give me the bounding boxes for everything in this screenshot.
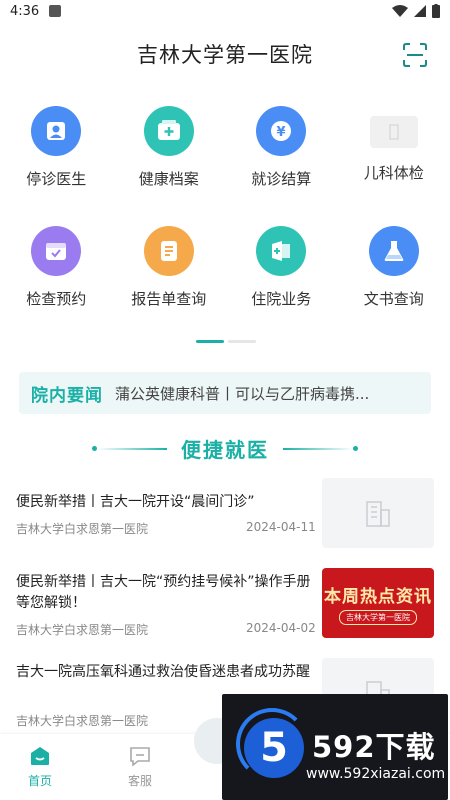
tab-customer-service[interactable]: 客服 [90,734,190,800]
grid-item-exam-booking[interactable]: 检查预约 [0,224,113,344]
grid-item-report-query[interactable]: 报告单查询 [113,224,226,344]
image-placeholder-icon [366,501,390,527]
grid-item-suspended-doctors[interactable]: 停诊医生 [0,104,113,224]
page-indicator-active [196,340,224,343]
tab-label: 首页 [27,774,52,788]
function-grid: 停诊医生 健康档案 ¥ 就诊结算 儿科体检 检查预约 报告单查询 住院业务 文书… [0,104,450,344]
yuan-coin-icon: ¥ [256,106,307,156]
grid-item-document-query[interactable]: 文书查询 [338,224,450,344]
watermark-brand: 592下载 [312,730,436,764]
grid-row: 停诊医生 健康档案 ¥ 就诊结算 儿科体检 [0,104,450,224]
inpatient-icon [256,226,307,276]
article-title[interactable]: 便民新举措丨吉大一院“预约挂号候补”操作手册等您解锁！ [16,572,316,614]
grid-item-label: 停诊医生 [26,170,87,188]
decor-dot [353,446,358,451]
grid-item-label: 儿科体检 [363,164,424,182]
article-source: 吉林大学白求恩第一医院 [16,623,149,637]
decor-line [97,447,167,450]
article-title[interactable]: 吉大一院高压氧科通过救治使昏迷患者成功苏醒 [16,662,316,683]
article-source: 吉林大学白求恩第一医院 [16,522,149,536]
news-tag: 院内要闻 [31,385,103,406]
list-item[interactable]: 便民新举措丨吉大一院开设“晨间门诊” 吉林大学白求恩第一医院 2024-04-1… [0,476,450,566]
home-icon [31,747,49,765]
grid-item-label: 报告单查询 [131,290,207,308]
grid-item-label: 住院业务 [251,290,312,308]
svg-text:¥: ¥ [277,125,286,140]
site-watermark-logo: 5 592下载 www.592xiazai.com [222,694,448,800]
health-record-icon [143,106,194,156]
chat-icon [130,747,150,767]
page-indicator [196,340,256,343]
notification-a-icon [49,5,62,17]
app-header: 吉林大学第一医院 [0,36,450,72]
battery-icon [432,4,440,18]
tab-home[interactable]: 首页 [0,734,90,800]
article-thumbnail[interactable] [322,478,434,548]
status-bar: 4:36 [0,0,450,22]
grid-item-label: 健康档案 [138,170,199,188]
article-date: 2024-04-02 [246,621,316,635]
image-placeholder-icon [369,116,418,148]
report-icon [143,226,194,276]
news-headline[interactable]: 蒲公英健康科普丨可以与乙肝病毒携... [115,383,369,404]
scan-icon[interactable] [402,42,428,68]
article-source: 吉林大学白求恩第一医院 [16,714,149,728]
grid-item-label: 文书查询 [363,290,424,308]
promo-caption: 吉林大学第一医院 [339,609,417,625]
signal-icon [414,5,426,17]
page-indicator-inactive [228,340,256,343]
grid-item-health-records[interactable]: 健康档案 [113,104,226,224]
page-title: 吉林大学第一医院 [137,43,313,67]
article-date: 2024-04-11 [246,520,316,534]
section-title: 便捷就医 [0,434,450,463]
decor-line [283,447,353,450]
status-time: 4:36 [10,3,40,19]
grid-item-pediatric-checkup[interactable]: 儿科体检 [338,104,450,224]
article-thumbnail[interactable]: 本周热点资讯 吉林大学第一医院 [322,568,434,638]
grid-item-settlement[interactable]: ¥ 就诊结算 [225,104,338,224]
section-title-text: 便捷就医 [181,438,269,462]
watermark-url: www.592xiazai.com [306,766,446,782]
grid-row: 检查预约 报告单查询 住院业务 文书查询 [0,224,450,344]
grid-item-inpatient[interactable]: 住院业务 [225,224,338,344]
grid-item-label: 就诊结算 [251,170,312,188]
hospital-news-bar[interactable]: 院内要闻 蒲公英健康科普丨可以与乙肝病毒携... [19,372,431,414]
article-title[interactable]: 便民新举措丨吉大一院开设“晨间门诊” [16,492,316,513]
grid-item-label: 检查预约 [26,290,87,308]
tab-label: 客服 [127,774,152,788]
wifi-icon [392,5,408,17]
logo-circle: 5 [244,718,304,778]
calendar-icon [31,226,82,276]
promo-headline: 本周热点资讯 [324,586,432,607]
list-item[interactable]: 便民新举措丨吉大一院“预约挂号候补”操作手册等您解锁！ 吉林大学白求恩第一医院 … [0,566,450,656]
doctor-icon [31,106,82,156]
flask-icon [368,226,419,276]
